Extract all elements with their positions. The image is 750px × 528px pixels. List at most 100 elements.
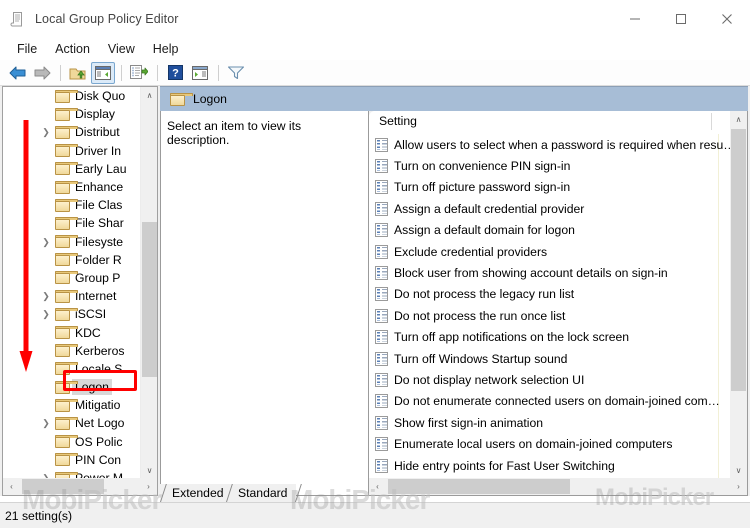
tree-item[interactable]: Locale S [3, 360, 142, 378]
settings-list-row-label: Turn off Windows Startup sound [394, 351, 568, 366]
window-controls [612, 0, 750, 38]
tree-hscroll-track[interactable] [20, 478, 140, 495]
tree-item[interactable]: ❯ Filesyste [3, 233, 142, 251]
tree-item[interactable]: File Shar [3, 214, 142, 232]
tree-item[interactable]: Mitigatio [3, 396, 142, 414]
back-button[interactable] [5, 62, 29, 84]
settings-list-row[interactable]: Show first sign-in animation [369, 412, 731, 433]
tree-item-label: Group P [75, 270, 121, 285]
chevron-right-icon[interactable]: ❯ [41, 309, 51, 319]
tree-scroll-thumb[interactable] [142, 222, 157, 377]
status-text: 21 setting(s) [5, 508, 73, 523]
settings-list-row[interactable]: Allow users to select when a password is… [369, 134, 731, 155]
tab-standard-label: Standard [238, 486, 288, 500]
settings-list-row[interactable]: Do not enumerate connected users on doma… [369, 391, 731, 412]
settings-list-row[interactable]: Assign a default domain for logon [369, 220, 731, 241]
menu-view[interactable]: View [99, 40, 144, 58]
tree-item[interactable]: Early Lau [3, 160, 142, 178]
console-tree[interactable]: Disk Quo Display ❯ Distribut Driver In Early … [3, 87, 142, 479]
show-hide-console-tree-button[interactable] [91, 61, 115, 84]
list-vertical-scrollbar[interactable]: ∧ ∨ [730, 111, 747, 479]
tree-item-label: Distribut [75, 125, 120, 140]
column-divider[interactable] [711, 113, 712, 130]
tree-vertical-scrollbar[interactable]: ∧ ∨ [140, 87, 157, 479]
settings-list-row-label: Do not enumerate connected users on doma… [394, 394, 720, 409]
tree-item[interactable]: Disk Quo [3, 87, 142, 105]
tree-item[interactable]: Kerberos [3, 342, 142, 360]
settings-list[interactable]: Allow users to select when a password is… [369, 134, 731, 478]
chevron-right-icon[interactable]: ❯ [41, 237, 51, 247]
folder-icon [55, 144, 78, 158]
up-one-level-button[interactable] [66, 62, 90, 84]
list-scroll-up-button[interactable]: ∧ [730, 111, 747, 128]
folder-icon [55, 453, 78, 467]
settings-list-row[interactable]: Do not process the run once list [369, 305, 731, 326]
folder-icon [55, 326, 78, 340]
column-header-setting[interactable]: Setting [379, 114, 417, 128]
settings-list-row[interactable]: Hide entry points for Fast User Switchin… [369, 455, 731, 476]
tab-standard[interactable]: Standard [226, 484, 303, 502]
tree-item[interactable]: ❯ Internet [3, 287, 142, 305]
tree-item[interactable]: Display [3, 105, 142, 123]
tree-horizontal-scrollbar[interactable]: ‹ › [3, 478, 157, 495]
folder-icon [55, 398, 78, 412]
tree-item[interactable]: PIN Con [3, 451, 142, 469]
settings-list-row[interactable]: Turn off app notifications on the lock s… [369, 327, 731, 348]
folder-icon [55, 107, 78, 121]
tree-item-label: KDC [75, 325, 101, 340]
tree-item[interactable]: File Clas [3, 196, 142, 214]
tree-scroll-down-button[interactable]: ∨ [141, 462, 157, 479]
help-button[interactable]: ? [163, 62, 187, 84]
tree-item[interactable]: ❯ Net Logo [3, 414, 142, 432]
settings-list-row[interactable]: Turn on convenience PIN sign-in [369, 155, 731, 176]
folder-icon [170, 92, 193, 106]
menu-help[interactable]: Help [144, 40, 188, 58]
menu-action[interactable]: Action [46, 40, 99, 58]
settings-list-row[interactable]: Turn off picture password sign-in [369, 177, 731, 198]
settings-list-row[interactable]: Assign a default credential provider [369, 198, 731, 219]
settings-list-row[interactable]: Do not display network selection UI [369, 369, 731, 390]
tree-item[interactable]: Enhance [3, 178, 142, 196]
minimize-button[interactable] [612, 0, 658, 38]
menu-bar: File Action View Help [0, 38, 750, 60]
tree-item[interactable]: Folder R [3, 251, 142, 269]
show-hide-action-pane-button[interactable] [188, 62, 212, 84]
settings-list-row-label: Turn off app notifications on the lock s… [394, 330, 630, 345]
tree-item[interactable]: ❯ Distribut [3, 123, 142, 141]
tree-hscroll-thumb[interactable] [22, 479, 104, 494]
chevron-right-icon[interactable]: ❯ [41, 127, 51, 137]
tree-item[interactable]: Logon [3, 378, 142, 396]
settings-list-row-label: Enumerate local users on domain-joined c… [394, 437, 673, 452]
maximize-button[interactable] [658, 0, 704, 38]
tree-scroll-right-button[interactable]: › [140, 478, 157, 495]
tree-item-label: Locale S [75, 361, 123, 376]
tree-item[interactable]: KDC [3, 323, 142, 341]
list-scroll-thumb[interactable] [731, 129, 746, 391]
tree-item[interactable]: Driver In [3, 142, 142, 160]
settings-list-row[interactable]: Turn off Windows Startup sound [369, 348, 731, 369]
settings-list-row[interactable]: Do not process the legacy run list [369, 284, 731, 305]
tree-scroll-up-button[interactable]: ∧ [141, 87, 157, 104]
local-group-policy-editor-window: Local Group Policy Editor File Action Vi… [0, 0, 750, 528]
chevron-right-icon[interactable]: ❯ [41, 418, 51, 428]
settings-list-row[interactable]: Block user from showing account details … [369, 262, 731, 283]
settings-list-row-label: Turn off picture password sign-in [394, 180, 571, 195]
tree-item[interactable]: ❯ iSCSI [3, 305, 142, 323]
list-scroll-down-button[interactable]: ∨ [730, 462, 747, 479]
settings-list-row[interactable]: Enumerate local users on domain-joined c… [369, 433, 731, 454]
tree-item[interactable]: Group P [3, 269, 142, 287]
tab-extended[interactable]: Extended [160, 484, 239, 502]
policy-setting-icon [375, 458, 388, 473]
filter-button[interactable] [224, 62, 248, 84]
export-list-button[interactable] [127, 62, 151, 84]
tree-scroll-left-button[interactable]: ‹ [3, 478, 20, 495]
menu-file[interactable]: File [8, 40, 46, 58]
description-pane: Select an item to view its description. [160, 111, 369, 496]
chevron-right-icon[interactable]: ❯ [41, 291, 51, 301]
settings-list-row[interactable]: Exclude credential providers [369, 241, 731, 262]
tree-item[interactable]: OS Polic [3, 433, 142, 451]
settings-list-pane: Setting Allow users to select when a pas… [369, 111, 748, 496]
forward-button[interactable] [30, 62, 54, 84]
close-button[interactable] [704, 0, 750, 38]
folder-icon [55, 89, 78, 103]
